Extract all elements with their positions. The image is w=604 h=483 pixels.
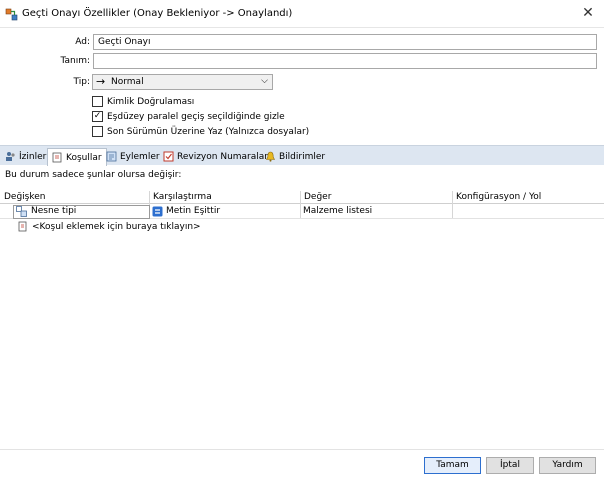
add-condition-prompt[interactable]: <Koşul eklemek için buraya tıklayın> xyxy=(32,222,201,232)
window-title: Geçti Onayı Özellikler (Onay Bekleniyor … xyxy=(22,8,293,19)
checkmark-icon: ✓ xyxy=(93,111,102,121)
tab-permissions[interactable]: İzinler xyxy=(1,148,50,165)
cell-border xyxy=(13,205,150,219)
column-header-variable[interactable]: Değişken xyxy=(4,192,46,202)
name-field[interactable]: Geçti Onayı xyxy=(93,34,597,50)
workflow-transition-icon xyxy=(5,8,18,21)
tab-notifications[interactable]: Bildirimler xyxy=(261,148,329,165)
tab-bar: İzinler Koşullar Eylemler Revizyon Numar… xyxy=(0,145,604,166)
close-button[interactable]: ✕ xyxy=(580,5,596,21)
type-select[interactable]: → Normal ⌵ xyxy=(92,74,273,90)
checkbox-overwrite-latest[interactable]: Son Sürümün Üzerine Yaz (Yalnızca dosyal… xyxy=(92,125,309,138)
add-condition-row[interactable]: <Koşul eklemek için buraya tıklayın> xyxy=(17,221,201,232)
conditions-icon xyxy=(52,152,62,163)
title-bar: Geçti Onayı Özellikler (Onay Bekleniyor … xyxy=(0,0,604,28)
name-label: Ad: xyxy=(75,37,90,47)
tab-revision-numbers[interactable]: Revizyon Numaraları xyxy=(159,148,275,165)
checkbox-label: Son Sürümün Üzerine Yaz (Yalnızca dosyal… xyxy=(107,126,310,137)
new-condition-icon xyxy=(18,221,27,232)
bell-icon xyxy=(266,151,275,162)
column-header-value[interactable]: Değer xyxy=(304,192,331,202)
description-label: Tanım: xyxy=(60,56,90,66)
arrow-right-icon: → xyxy=(96,75,106,88)
type-label: Tip: xyxy=(73,77,90,87)
close-icon: ✕ xyxy=(582,5,594,21)
tab-conditions[interactable]: Koşullar xyxy=(47,148,107,166)
column-header-config[interactable]: Konfigürasyon / Yol xyxy=(456,192,541,202)
tab-label: Bildirimler xyxy=(279,151,326,162)
actions-icon xyxy=(106,151,117,162)
checkbox-box[interactable]: ✓ xyxy=(92,111,103,122)
conditions-subtitle: Bu durum sadece şunlar olursa değişir: xyxy=(5,170,182,180)
checkbox-hide-parallel[interactable]: ✓ Eşdüzey paralel geçiş seçildiğinde giz… xyxy=(92,110,285,123)
checkbox-box[interactable] xyxy=(92,96,103,107)
chevron-down-icon: ⌵ xyxy=(261,76,268,86)
checkbox-label: Eşdüzey paralel geçiş seçildiğinde gizle xyxy=(107,111,285,122)
conditions-grid-header: Değişken Karşılaştırma Değer Konfigürasy… xyxy=(0,191,604,204)
type-select-value: Normal xyxy=(111,77,144,87)
tab-label: İzinler xyxy=(19,151,47,162)
help-button[interactable]: Yardım xyxy=(539,457,596,474)
column-header-comparison[interactable]: Karşılaştırma xyxy=(153,192,212,202)
tab-label: Eylemler xyxy=(120,151,160,162)
checkbox-label: Kimlik Doğrulaması xyxy=(107,96,195,107)
tab-actions[interactable]: Eylemler xyxy=(102,148,164,165)
tab-label: Koşullar xyxy=(66,152,102,163)
checkbox-box[interactable] xyxy=(92,126,103,137)
cancel-button[interactable]: İptal xyxy=(486,457,534,474)
description-field[interactable] xyxy=(93,53,597,69)
cell-comparison: Metin Eşittir xyxy=(166,206,221,216)
footer-divider xyxy=(0,449,604,450)
checkbox-authentication[interactable]: Kimlik Doğrulaması xyxy=(92,95,194,108)
text-equals-icon xyxy=(152,206,163,217)
cell-value: Malzeme listesi xyxy=(303,206,373,216)
revision-icon xyxy=(163,151,174,162)
ok-button[interactable]: Tamam xyxy=(424,457,481,474)
permissions-icon xyxy=(6,152,15,161)
tab-label: Revizyon Numaraları xyxy=(177,151,271,162)
